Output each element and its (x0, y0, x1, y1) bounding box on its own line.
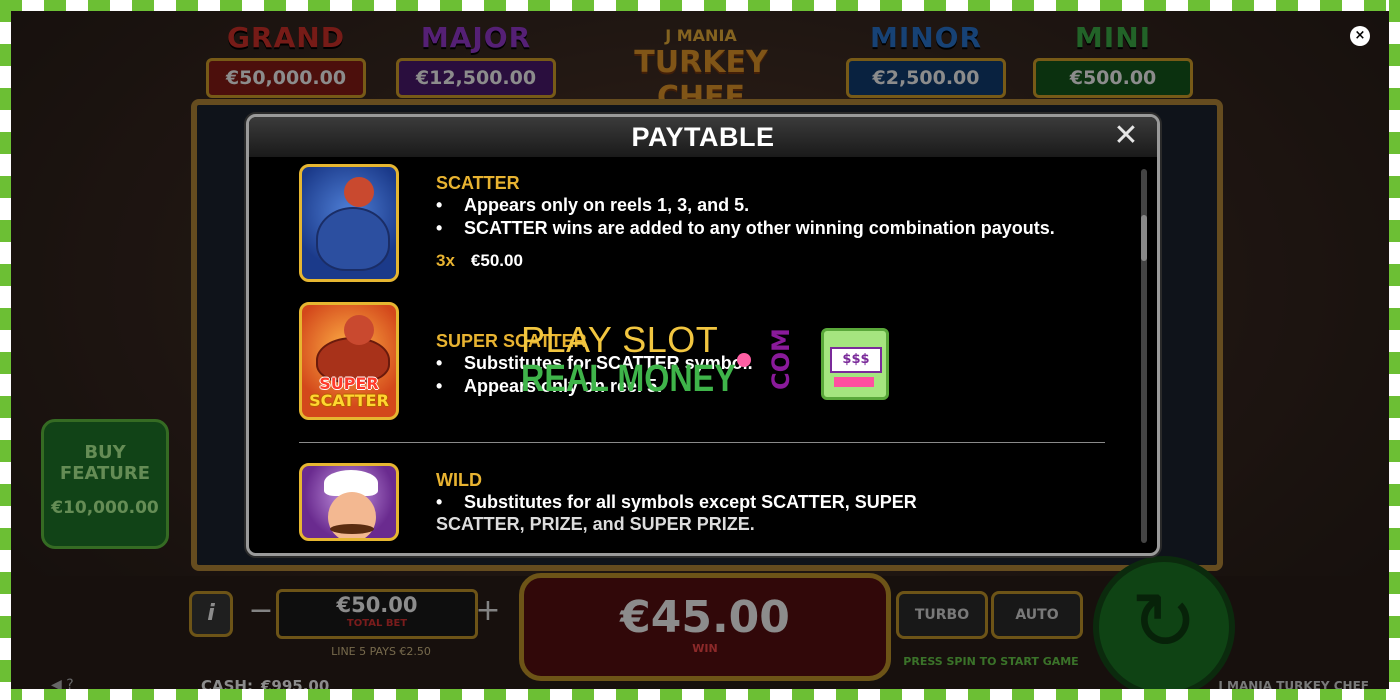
paytable-scrollbar[interactable] (1141, 169, 1147, 543)
paytable-scroll-thumb[interactable] (1141, 215, 1147, 261)
super-scatter-symbol-icon: SUPER SCATTER (299, 302, 399, 420)
super-scatter-icon-text-1: SUPER (319, 374, 379, 393)
watermark-com: COM (767, 328, 795, 390)
super-scatter-icon-text-2: SCATTER (309, 391, 389, 410)
super-scatter-icon-label: SUPER SCATTER (302, 375, 396, 409)
wild-symbol-row (299, 463, 399, 541)
scatter-heading: SCATTER (436, 173, 520, 193)
slot-machine-tray (834, 377, 874, 387)
watermark-dot-icon (737, 353, 751, 367)
chef-mustache-shape (330, 524, 374, 534)
scatter-payout: 3x €50.00 (436, 251, 523, 271)
slot-machine-icon: $$$ (821, 328, 889, 400)
wild-bullet: Substitutes for all symbols except SCATT… (436, 491, 917, 514)
paytable-title: PAYTABLE (249, 117, 1157, 157)
slot-machine-screen: $$$ (830, 347, 882, 373)
checkered-border-right (1389, 0, 1400, 700)
section-divider (299, 442, 1105, 443)
wild-symbol-icon (299, 463, 399, 541)
scatter-pay-multiplier: 3x (436, 251, 455, 270)
watermark-logo: PLAY SLOT REAL MONEY COM $$$ (521, 316, 901, 406)
turkey-body-shape (316, 207, 390, 271)
checkered-border-left (0, 0, 11, 700)
game-stage: GRAND €50,000.00 MAJOR €12,500.00 J MANI… (11, 11, 1389, 689)
super-scatter-symbol-row: SUPER SCATTER (299, 302, 399, 420)
scatter-symbol-row (299, 164, 399, 282)
scatter-bullet-1: Appears only on reels 1, 3, and 5. (436, 194, 749, 217)
watermark-line1: PLAY SLOT (521, 319, 719, 360)
turkey-head-shape (344, 177, 374, 207)
watermark-line2: REAL MONEY (521, 358, 736, 400)
wild-heading: WILD (436, 470, 482, 490)
turkey-head-shape (344, 315, 374, 345)
scatter-pay-value: €50.00 (470, 251, 523, 270)
scatter-bullet-2: SCATTER wins are added to any other winn… (436, 217, 1055, 240)
scatter-symbol-icon (299, 164, 399, 282)
wild-bullet-continued: SCATTER, PRIZE, and SUPER PRIZE. (436, 514, 755, 534)
paytable-close-icon[interactable]: ✕ (1111, 121, 1141, 151)
close-overlay-icon[interactable]: × (1350, 26, 1370, 46)
